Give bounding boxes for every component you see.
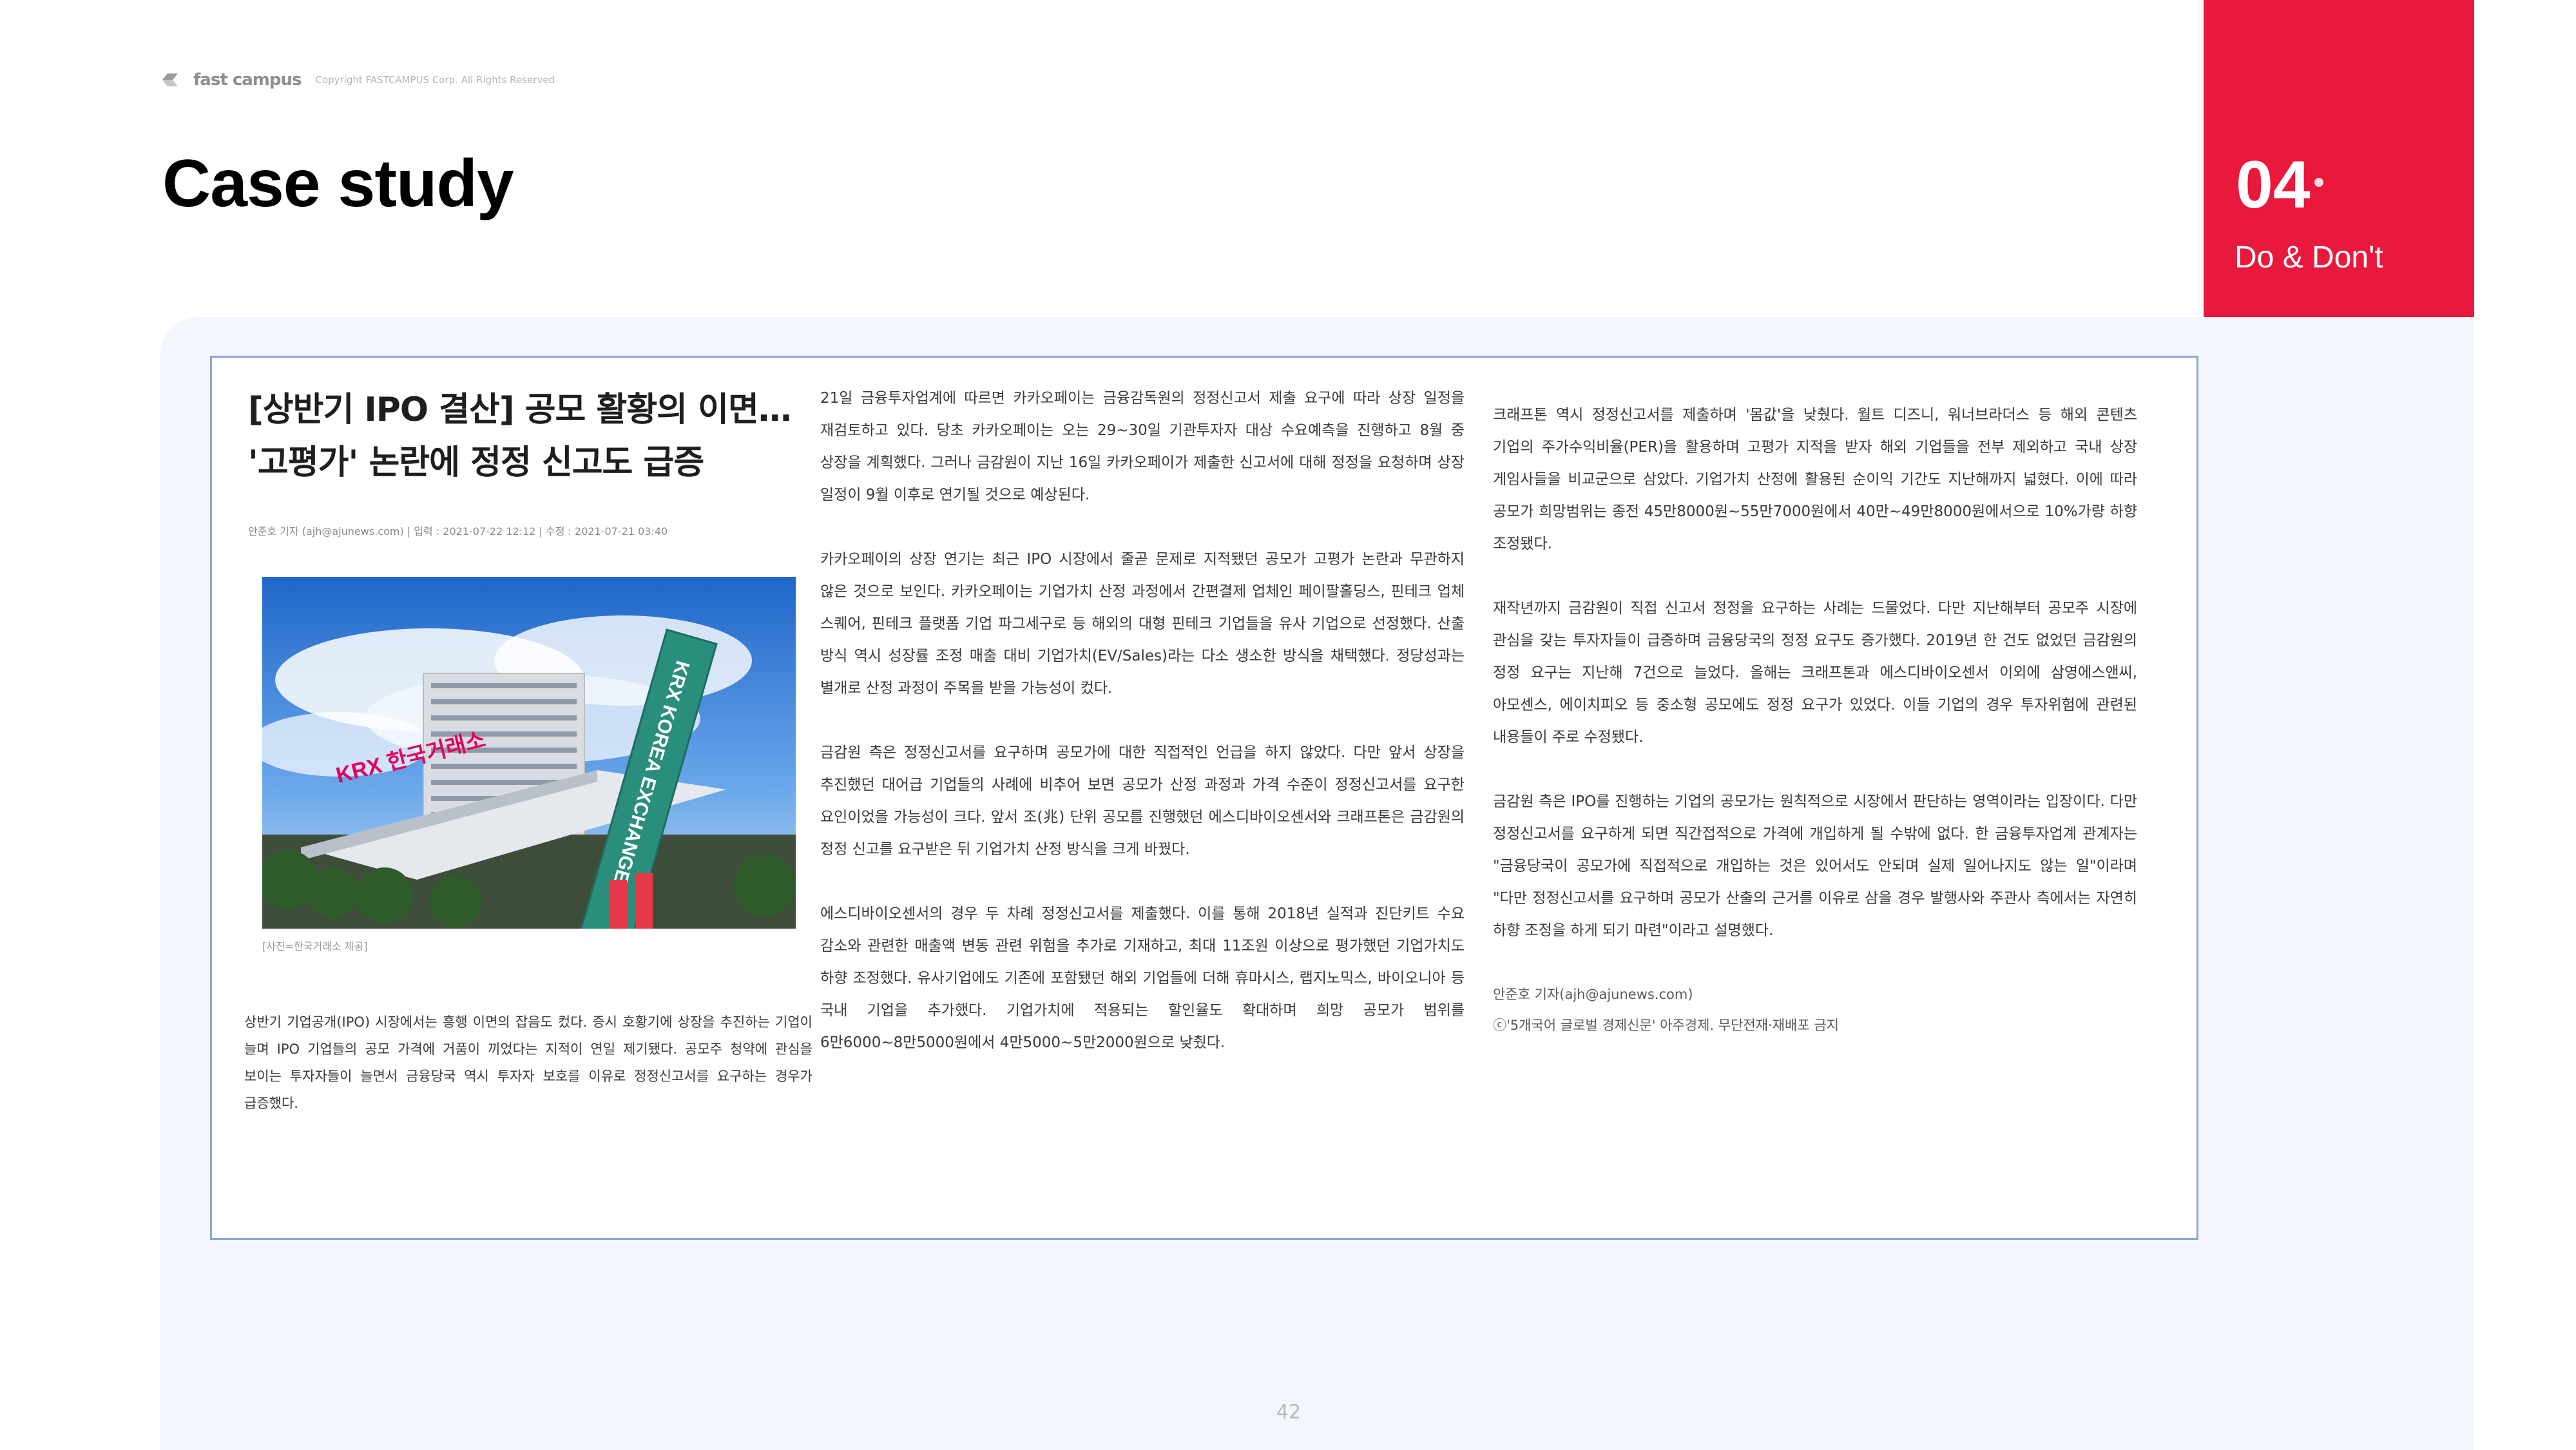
article-paragraph: 21일 금융투자업계에 따르면 카카오페이는 금융감독원의 정정신고서 제출 요… <box>820 390 1465 503</box>
article-paragraph: 카카오페이의 상장 연기는 최근 IPO 시장에서 줄곧 문제로 지적됐던 공모… <box>820 551 1465 697</box>
photo-caption: [사진=한국거래소 제공] <box>262 940 368 952</box>
article-byline: 안준호 기자 (ajh@ajunews.com) | 입력 : 2021-07-… <box>248 525 668 537</box>
article-screenshot: [상반기 IPO 결산] 공모 활황의 이면… '고평가' 논란에 정정 신고도… <box>210 356 2198 1240</box>
article-paragraph: 재작년까지 금감원이 직접 신고서 정정을 요구하는 사례는 드물었다. 다만 … <box>1493 600 2137 746</box>
article-column-1: 상반기 기업공개(IPO) 시장에서는 흥행 이면의 잡음도 컸다. 증시 호황… <box>244 1009 812 1149</box>
page-number: 42 <box>1276 1401 1302 1424</box>
copyright-text: Copyright FASTCAMPUS Corp. All Rights Re… <box>315 74 555 86</box>
copyright-notice: ⓒ'5개국어 글로벌 경제신문' 아주경제. 무단전재·재배포 금지 <box>1493 1018 1839 1033</box>
reporter-line: 안준호 기자(ajh@ajunews.com) <box>1493 987 1693 1002</box>
section-label: Do & Don't <box>2235 240 2383 275</box>
article-paragraph: 금감원 측은 IPO를 진행하는 기업의 공모가는 원칙적으로 시장에서 판단하… <box>1493 793 2137 939</box>
article-photo: KRX 한국거래소 KRX KOREA EXCHANGE <box>262 577 796 929</box>
page-title: Case study <box>162 146 514 221</box>
headline-line-1: [상반기 IPO 결산] 공모 활황의 이면… <box>248 391 792 429</box>
article-paragraph: 상반기 기업공개(IPO) 시장에서는 흥행 이면의 잡음도 컸다. 증시 호황… <box>244 1014 812 1111</box>
section-dot <box>2314 178 2323 187</box>
article-headline: [상반기 IPO 결산] 공모 활황의 이면… '고평가' 논란에 정정 신고도… <box>248 383 828 489</box>
article-paragraph: 금감원 측은 정정신고서를 요구하며 공모가에 대한 직접적인 언급을 하지 않… <box>820 744 1465 858</box>
article-paragraph: 크래프톤 역시 정정신고서를 제출하며 '몸값'을 낮췄다. 월트 디즈니, 워… <box>1493 407 2137 552</box>
headline-line-2: '고평가' 논란에 정정 신고도 급증 <box>248 443 704 482</box>
fastcampus-logo-icon <box>162 73 178 86</box>
logo-text: fast campus <box>193 70 302 90</box>
article-column-3: 크래프톤 역시 정정신고서를 제출하며 '몸값'을 낮췄다. 월트 디즈니, 워… <box>1493 399 2137 1041</box>
article-paragraph: 에스디바이오센서의 경우 두 차례 정정신고서를 제출했다. 이를 통해 201… <box>820 905 1465 1051</box>
fastcampus-logo: fast campus Copyright FASTCAMPUS Corp. A… <box>161 67 555 93</box>
section-number: 04 <box>2236 148 2311 222</box>
article-column-2: 21일 금융투자업계에 따르면 카카오페이는 금융감독원의 정정신고서 제출 요… <box>820 382 1465 1091</box>
